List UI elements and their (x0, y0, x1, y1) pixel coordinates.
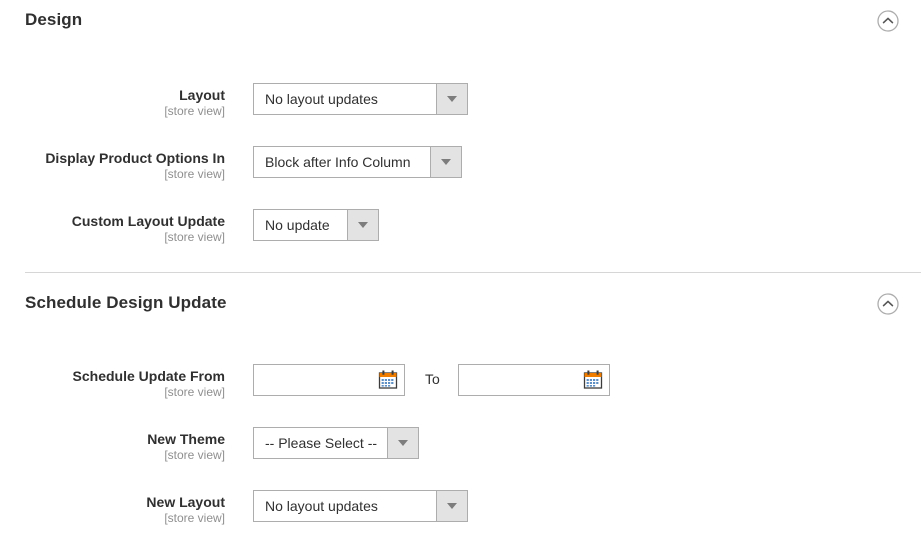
date-range-separator-label: To (425, 371, 440, 387)
collapse-toggle-schedule-design-update[interactable] (877, 293, 899, 315)
field-label-custom-layout-update: Custom Layout Update (71, 213, 225, 229)
chevron-down-icon (387, 428, 419, 458)
field-scope-display-product-options-in: [store view] (164, 167, 225, 181)
field-row-new-theme: New Theme [store view] -- Please Select … (0, 427, 921, 467)
field-row-custom-layout-update: Custom Layout Update [store view] No upd… (0, 209, 921, 249)
chevron-down-icon (436, 491, 467, 521)
field-scope-new-theme: [store view] (164, 448, 225, 462)
select-custom-layout-update-value: No update (265, 217, 330, 233)
schedule-update-to-input[interactable] (459, 365, 579, 395)
calendar-icon[interactable] (582, 369, 604, 391)
select-custom-layout-update[interactable]: No update (253, 209, 379, 241)
field-label-layout: Layout (179, 87, 225, 103)
select-new-layout-value: No layout updates (265, 498, 378, 514)
select-layout-value: No layout updates (265, 91, 378, 107)
schedule-update-from-input[interactable] (254, 365, 374, 395)
select-display-product-options-in-value: Block after Info Column (265, 154, 411, 170)
section-divider (25, 272, 921, 273)
section-title-schedule-design-update: Schedule Design Update (25, 293, 227, 312)
design-settings-panel: Design Layout [store view] No layout upd… (0, 0, 921, 551)
select-new-layout[interactable]: No layout updates (253, 490, 468, 522)
select-display-product-options-in[interactable]: Block after Info Column (253, 146, 462, 178)
field-scope-schedule-update-from: [store view] (164, 385, 225, 399)
page-title: Design (25, 10, 83, 29)
field-label-display-product-options-in: Display Product Options In (45, 150, 225, 166)
field-row-schedule-update-from: Schedule Update From [store view] To (0, 364, 921, 404)
field-row-display-product-options-in: Display Product Options In [store view] … (0, 146, 921, 186)
section-header-design: Design (0, 0, 921, 48)
field-scope-new-layout: [store view] (164, 511, 225, 525)
calendar-icon[interactable] (377, 369, 399, 391)
date-field-from[interactable] (253, 364, 405, 396)
field-scope-custom-layout-update: [store view] (164, 230, 225, 244)
select-layout[interactable]: No layout updates (253, 83, 468, 115)
field-label-schedule-update-from: Schedule Update From (72, 368, 225, 384)
field-label-new-theme: New Theme (147, 431, 225, 447)
select-new-theme[interactable]: -- Please Select -- (253, 427, 419, 459)
field-label-new-layout: New Layout (146, 494, 225, 510)
field-row-new-layout: New Layout [store view] No layout update… (0, 490, 921, 530)
chevron-down-icon (347, 210, 378, 240)
field-scope-layout: [store view] (164, 104, 225, 118)
chevron-down-icon (436, 84, 467, 114)
chevron-down-icon (430, 147, 461, 177)
field-row-layout: Layout [store view] No layout updates (0, 83, 921, 123)
section-header-schedule-design-update: Schedule Design Update (0, 283, 921, 331)
collapse-toggle-design[interactable] (877, 10, 899, 32)
select-new-theme-value: -- Please Select -- (265, 435, 378, 451)
date-field-to[interactable] (458, 364, 610, 396)
